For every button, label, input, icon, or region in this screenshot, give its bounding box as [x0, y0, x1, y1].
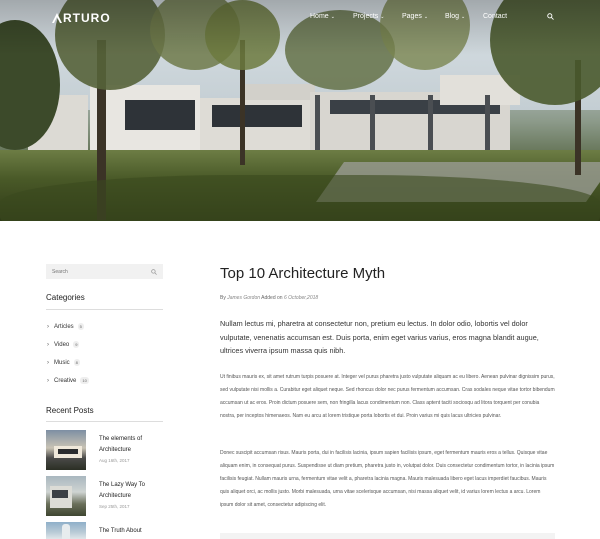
by-label: By [220, 295, 226, 301]
category-label: Articles [54, 323, 74, 330]
article-paragraph: Donec suscipit accumsan risus. Mauris po… [220, 450, 555, 508]
thumb-window [58, 449, 78, 454]
post-meta: The Lazy Way To Architecture Sep 25th, 2… [99, 476, 159, 516]
thumb-tower [62, 524, 70, 539]
search-icon[interactable] [547, 13, 554, 20]
post-meta: The elements of Architecture Aug 16th, 2… [99, 430, 159, 470]
post-thumbnail [46, 476, 86, 516]
categories-divider [46, 309, 163, 310]
article-paragraph: Ut finibus mauris ex, sit amet rutrum tu… [220, 374, 555, 419]
hero-overlay [0, 0, 600, 221]
category-video[interactable]: › Video 9 [47, 341, 80, 348]
recent-posts-title: Recent Posts [46, 406, 94, 415]
post-title[interactable]: The Truth About [99, 526, 159, 537]
chevron-down-icon: ⌄ [423, 13, 429, 20]
logo-text: RTURO [63, 11, 111, 25]
nav-home[interactable]: Home ⌄ [310, 13, 335, 20]
post-meta: The Truth About [99, 522, 159, 539]
recent-post[interactable]: The Lazy Way To Architecture Sep 25th, 2… [46, 476, 159, 516]
chevron-right-icon: › [47, 323, 49, 330]
category-count: 10 [80, 377, 89, 384]
author-link[interactable]: James Gordon [227, 295, 260, 301]
chevron-right-icon: › [47, 359, 49, 366]
category-label: Video [54, 341, 70, 348]
chevron-down-icon: ⌄ [330, 13, 335, 20]
post-title[interactable]: The elements of Architecture [99, 434, 159, 456]
article-title: Top 10 Architecture Myth [220, 265, 386, 282]
added-on-label: Added on [261, 295, 283, 301]
nav-pages[interactable]: Pages ⌄ [402, 13, 428, 20]
post-thumbnail [46, 430, 86, 470]
post-date: Aug 16th, 2017 [99, 458, 130, 463]
article-date: 6 October,2018 [283, 295, 319, 301]
category-count: 9 [73, 341, 80, 348]
post-thumbnail [46, 522, 86, 539]
category-music[interactable]: › Music 8 [47, 359, 80, 366]
recent-post[interactable]: The Truth About [46, 522, 159, 539]
recent-post[interactable]: The elements of Architecture Aug 16th, 2… [46, 430, 159, 470]
sidebar-search [46, 264, 163, 279]
chevron-down-icon: ⌄ [461, 13, 466, 20]
search-icon[interactable] [151, 268, 157, 275]
article-byline: By James Gordon Added on 6 October,2018 [220, 295, 318, 301]
blockquote [220, 533, 555, 539]
nav-blog-label: Blog [445, 13, 460, 20]
category-creative[interactable]: › Creative 10 [47, 377, 89, 384]
thumb-window [52, 490, 68, 498]
nav-contact-label: Contact [483, 13, 508, 20]
chevron-right-icon: › [47, 377, 49, 384]
logo-mark-icon [52, 13, 62, 23]
post-date: Sep 25th, 2017 [99, 504, 130, 509]
category-label: Music [54, 359, 70, 366]
nav-pages-label: Pages [402, 13, 422, 20]
nav-blog[interactable]: Blog ⌄ [445, 13, 465, 20]
hero-image: RTURO Home ⌄ Projects ⌄ Pages ⌄ Blog ⌄ Conta… [0, 0, 600, 221]
category-articles[interactable]: › Articles 5 [47, 323, 84, 330]
chevron-down-icon: ⌄ [380, 13, 385, 20]
categories-title: Categories [46, 293, 85, 302]
nav-contact[interactable]: Contact [483, 13, 507, 20]
category-count: 5 [77, 323, 84, 330]
search-input[interactable] [52, 268, 142, 275]
chevron-right-icon: › [47, 341, 49, 348]
category-label: Creative [54, 377, 77, 384]
article-lead: Nullam lectus mi, pharetra at consectetu… [220, 319, 539, 355]
nav-projects[interactable]: Projects ⌄ [353, 13, 385, 20]
recent-posts-divider [46, 421, 163, 422]
logo[interactable]: RTURO [52, 11, 111, 25]
category-count: 8 [73, 359, 80, 366]
nav-home-label: Home [310, 13, 329, 20]
post-title[interactable]: The Lazy Way To Architecture [99, 480, 159, 502]
nav-projects-label: Projects [353, 13, 379, 20]
